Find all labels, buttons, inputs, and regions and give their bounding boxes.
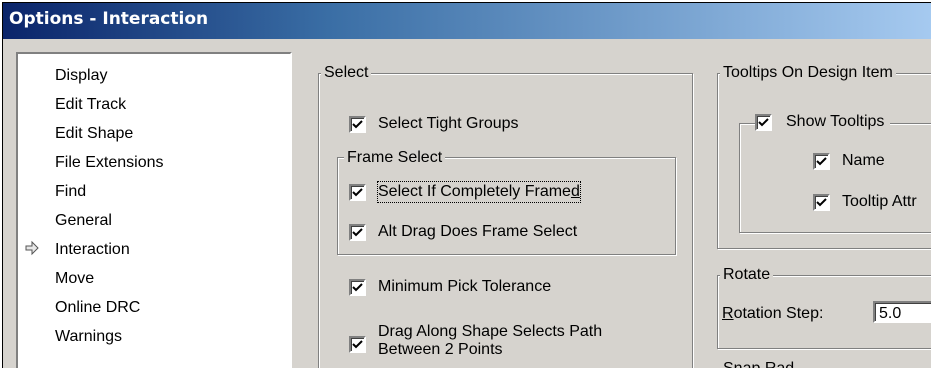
tooltips-group-title: Tooltips On Design Item: [720, 63, 896, 83]
drag-along-line1: Drag Along Shape Selects Path: [378, 323, 603, 340]
checkbox-box[interactable]: [349, 279, 366, 296]
right-arrow-icon: [24, 240, 44, 260]
dialog-content: Display Edit Track Edit Shape File Exten…: [3, 39, 931, 368]
show-tooltips-group: [739, 123, 931, 233]
drag-along-line2: Between 2 Points: [378, 341, 503, 358]
tree-item-interaction[interactable]: Interaction: [55, 240, 130, 260]
tree-item-edit-shape[interactable]: Edit Shape: [55, 124, 133, 144]
show-tooltips-checkbox[interactable]: Show Tooltips: [755, 112, 891, 132]
checkbox-box[interactable]: [755, 114, 772, 131]
category-tree[interactable]: Display Edit Track Edit Shape File Exten…: [16, 52, 292, 368]
checkbox-box[interactable]: [349, 224, 366, 241]
tree-item-find[interactable]: Find: [55, 182, 86, 202]
tree-item-online-drc[interactable]: Online DRC: [55, 298, 140, 318]
tree-item-file-extensions[interactable]: File Extensions: [55, 153, 164, 173]
title-bar[interactable]: Options - Interaction: [3, 3, 931, 39]
rotation-step-label: Rotation Step:: [722, 305, 824, 322]
select-tight-groups-label: Select Tight Groups: [378, 115, 519, 132]
window-title: Options - Interaction: [9, 9, 209, 29]
show-tooltips-label: Show Tooltips: [786, 113, 885, 130]
drag-along-shape-label: Drag Along Shape Selects Path Between 2 P…: [378, 323, 602, 359]
tree-item-edit-track[interactable]: Edit Track: [55, 95, 126, 115]
checkbox-box[interactable]: [349, 184, 366, 201]
alt-drag-frame-select-label: Alt Drag Does Frame Select: [378, 223, 578, 240]
tree-item-display[interactable]: Display: [55, 66, 107, 86]
select-if-completely-framed-label: Select If Completely Framed: [377, 181, 581, 203]
minimum-pick-tolerance-label: Minimum Pick Tolerance: [378, 278, 552, 295]
snap-group-title: Snap Rad: [720, 359, 798, 368]
options-dialog: Options - Interaction Display Edit Track…: [2, 2, 931, 368]
tree-item-move[interactable]: Move: [55, 269, 94, 289]
rotation-step-input[interactable]: 5.0: [873, 301, 931, 323]
checkbox-box[interactable]: [349, 336, 366, 353]
tree-item-general[interactable]: General: [55, 211, 112, 231]
checkbox-box[interactable]: [813, 194, 830, 211]
tree-item-warnings[interactable]: Warnings: [55, 327, 122, 347]
tooltip-name-label: Name: [842, 152, 885, 169]
checkbox-box[interactable]: [813, 153, 830, 170]
checkbox-box[interactable]: [349, 116, 366, 133]
frame-select-title: Frame Select: [344, 148, 446, 168]
rotate-group-title: Rotate: [720, 265, 774, 285]
select-group-title: Select: [321, 63, 372, 83]
tooltip-attr-label: Tooltip Attr: [842, 193, 917, 210]
